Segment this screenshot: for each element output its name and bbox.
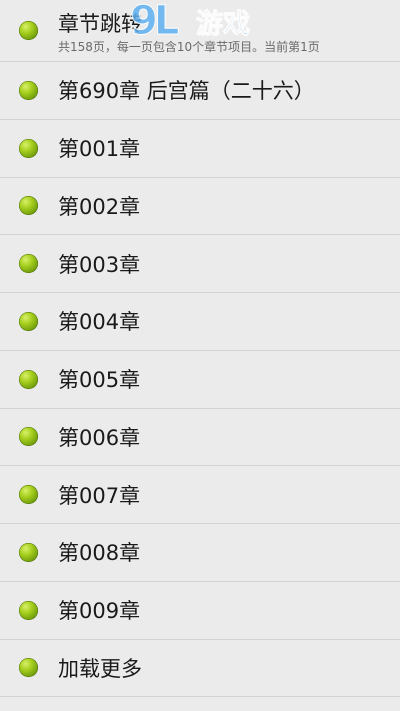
watermark-text: 游戏 — [196, 9, 251, 41]
chapter-jump-subtitle: 共158页，每一页包含10个章节项目。当前第1页 — [58, 40, 320, 54]
green-dot-icon — [19, 21, 38, 40]
green-dot-icon — [19, 542, 38, 562]
green-dot-icon — [19, 80, 38, 100]
list-item-chapter[interactable]: 第003章 — [0, 235, 400, 293]
list-item-chapter[interactable]: 第008章 — [0, 524, 400, 582]
list-item-chapter[interactable]: 第006章 — [0, 409, 400, 467]
chapter-label: 第003章 — [58, 252, 141, 277]
list-item-chapter[interactable]: 第690章 后宫篇（二十六） — [0, 62, 400, 120]
chapter-label: 第009章 — [58, 599, 141, 624]
chapter-jump-title: 章节跳转 — [58, 12, 142, 36]
green-dot-icon — [19, 427, 38, 447]
green-dot-icon — [19, 658, 38, 678]
green-dot-icon — [19, 138, 38, 158]
chapter-label: 第007章 — [58, 483, 141, 508]
list-item-chapter[interactable]: 第007章 — [0, 466, 400, 524]
list-item-chapter[interactable]: 第009章 — [0, 582, 400, 640]
green-dot-icon — [19, 485, 38, 505]
green-dot-icon — [19, 196, 38, 216]
green-dot-icon — [19, 369, 38, 389]
chapter-label: 第004章 — [58, 310, 141, 335]
chapter-label: 第006章 — [58, 425, 141, 450]
chapter-label: 第002章 — [58, 194, 141, 219]
list-item-chapter[interactable]: 第002章 — [0, 178, 400, 236]
list-item-chapter[interactable]: 第005章 — [0, 351, 400, 409]
green-dot-icon — [19, 600, 38, 620]
chapter-label: 第690章 后宫篇（二十六） — [58, 79, 315, 104]
chapter-label: 第005章 — [58, 368, 141, 393]
green-dot-icon — [19, 254, 38, 274]
chapter-list: 章节跳转 共158页，每一页包含10个章节项目。当前第1页 9L 游戏 第690… — [0, 0, 400, 711]
load-more-label: 加载更多 — [58, 656, 142, 681]
list-item-chapter[interactable]: 第001章 — [0, 120, 400, 178]
list-item-chapter[interactable]: 第004章 — [0, 293, 400, 351]
chapter-jump-item[interactable]: 章节跳转 共158页，每一页包含10个章节项目。当前第1页 9L 游戏 — [0, 0, 400, 62]
load-more-item[interactable]: 加载更多 — [0, 640, 400, 698]
green-dot-icon — [19, 311, 38, 331]
chapter-label: 第008章 — [58, 541, 141, 566]
chapter-label: 第001章 — [58, 137, 141, 162]
